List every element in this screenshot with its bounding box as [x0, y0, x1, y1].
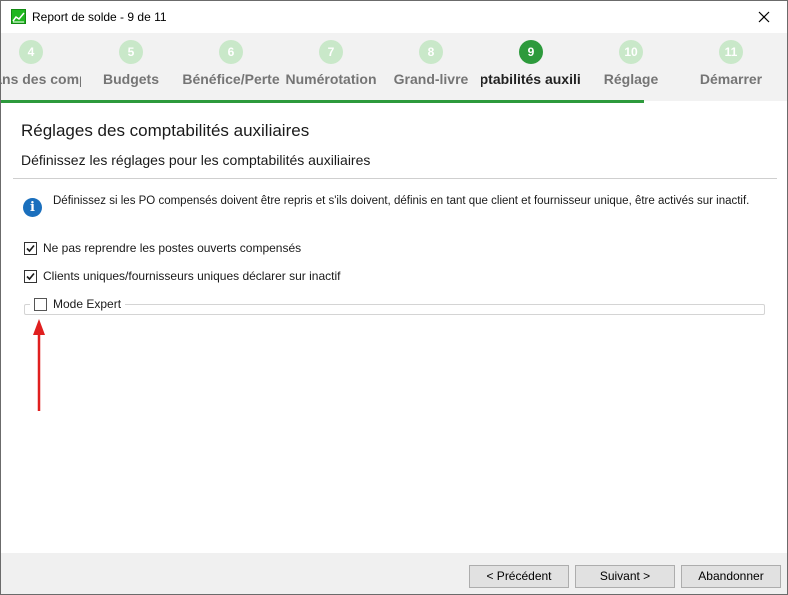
step-number: 5	[119, 40, 143, 64]
step-number: 9	[519, 40, 543, 64]
step-label: Numérotation	[285, 71, 377, 87]
step-number: 6	[219, 40, 243, 64]
mode-expert-checkbox[interactable]	[34, 297, 47, 311]
step-plans-des-comptes[interactable]: 4 Plans des comptes	[1, 33, 81, 101]
info-icon: i	[23, 198, 42, 217]
clients-uniques-checkbox-row[interactable]: Clients uniques/fournisseurs uniques déc…	[24, 268, 341, 284]
step-reglage[interactable]: 10 Réglage	[581, 33, 681, 101]
step-label: Réglage	[603, 71, 659, 87]
step-number: 4	[19, 40, 43, 64]
step-grand-livre[interactable]: 8 Grand-livre	[381, 33, 481, 101]
chart-app-icon	[11, 9, 26, 24]
no-reprise-label: Ne pas reprendre les postes ouverts comp…	[43, 241, 302, 255]
step-label: Plans des comptes	[1, 71, 81, 87]
checkmark-icon	[26, 244, 35, 252]
step-numerotation[interactable]: 7 Numérotation	[281, 33, 381, 101]
no-reprise-checkbox-row[interactable]: Ne pas reprendre les postes ouverts comp…	[24, 240, 301, 256]
mode-expert-checkbox-row[interactable]: Mode Expert	[30, 296, 126, 312]
step-number: 10	[619, 40, 643, 64]
step-demarrer[interactable]: 11 Démarrer	[681, 33, 781, 101]
checkmark-icon	[26, 272, 35, 280]
step-label: Démarrer	[699, 71, 763, 87]
clients-uniques-checkbox[interactable]	[24, 269, 37, 283]
step-label: Budgets	[103, 71, 159, 87]
close-button[interactable]	[741, 1, 787, 33]
divider	[13, 178, 777, 179]
page-subtitle: Définissez les réglages pour les comptab…	[21, 152, 371, 168]
progress-line	[1, 100, 644, 103]
wizard-window: Report de solde - 9 de 11 4 Plans des co…	[0, 0, 788, 595]
title-bar: Report de solde - 9 de 11	[1, 1, 787, 33]
wizard-steps: 4 Plans des comptes 5 Budgets 6 Bénéfice…	[1, 33, 787, 101]
step-number: 11	[719, 40, 743, 64]
step-label: Grand-livre	[393, 71, 469, 87]
expert-groupbox	[24, 304, 765, 315]
step-number: 8	[419, 40, 443, 64]
previous-button[interactable]: < Précédent	[469, 565, 569, 588]
step-label: Comptabilités auxiliaires	[481, 71, 581, 87]
info-text: Définissez si les PO compensés doivent ê…	[53, 195, 750, 207]
page-title: Réglages des comptabilités auxiliaires	[21, 121, 310, 140]
step-budgets[interactable]: 5 Budgets	[81, 33, 181, 101]
cancel-button[interactable]: Abandonner	[681, 565, 781, 588]
clients-uniques-label: Clients uniques/fournisseurs uniques déc…	[43, 269, 341, 283]
close-icon	[758, 11, 770, 23]
no-reprise-checkbox[interactable]	[24, 241, 37, 255]
step-number: 7	[319, 40, 343, 64]
step-comptabilites-auxiliaires[interactable]: 9 Comptabilités auxiliaires	[481, 33, 581, 101]
step-label: Bénéfice/Perte	[182, 71, 280, 87]
window-title: Report de solde - 9 de 11	[32, 10, 167, 24]
step-benefice-perte[interactable]: 6 Bénéfice/Perte	[181, 33, 281, 101]
annotation-arrow-icon	[33, 319, 45, 411]
next-button[interactable]: Suivant >	[575, 565, 675, 588]
mode-expert-label: Mode Expert	[53, 297, 122, 311]
